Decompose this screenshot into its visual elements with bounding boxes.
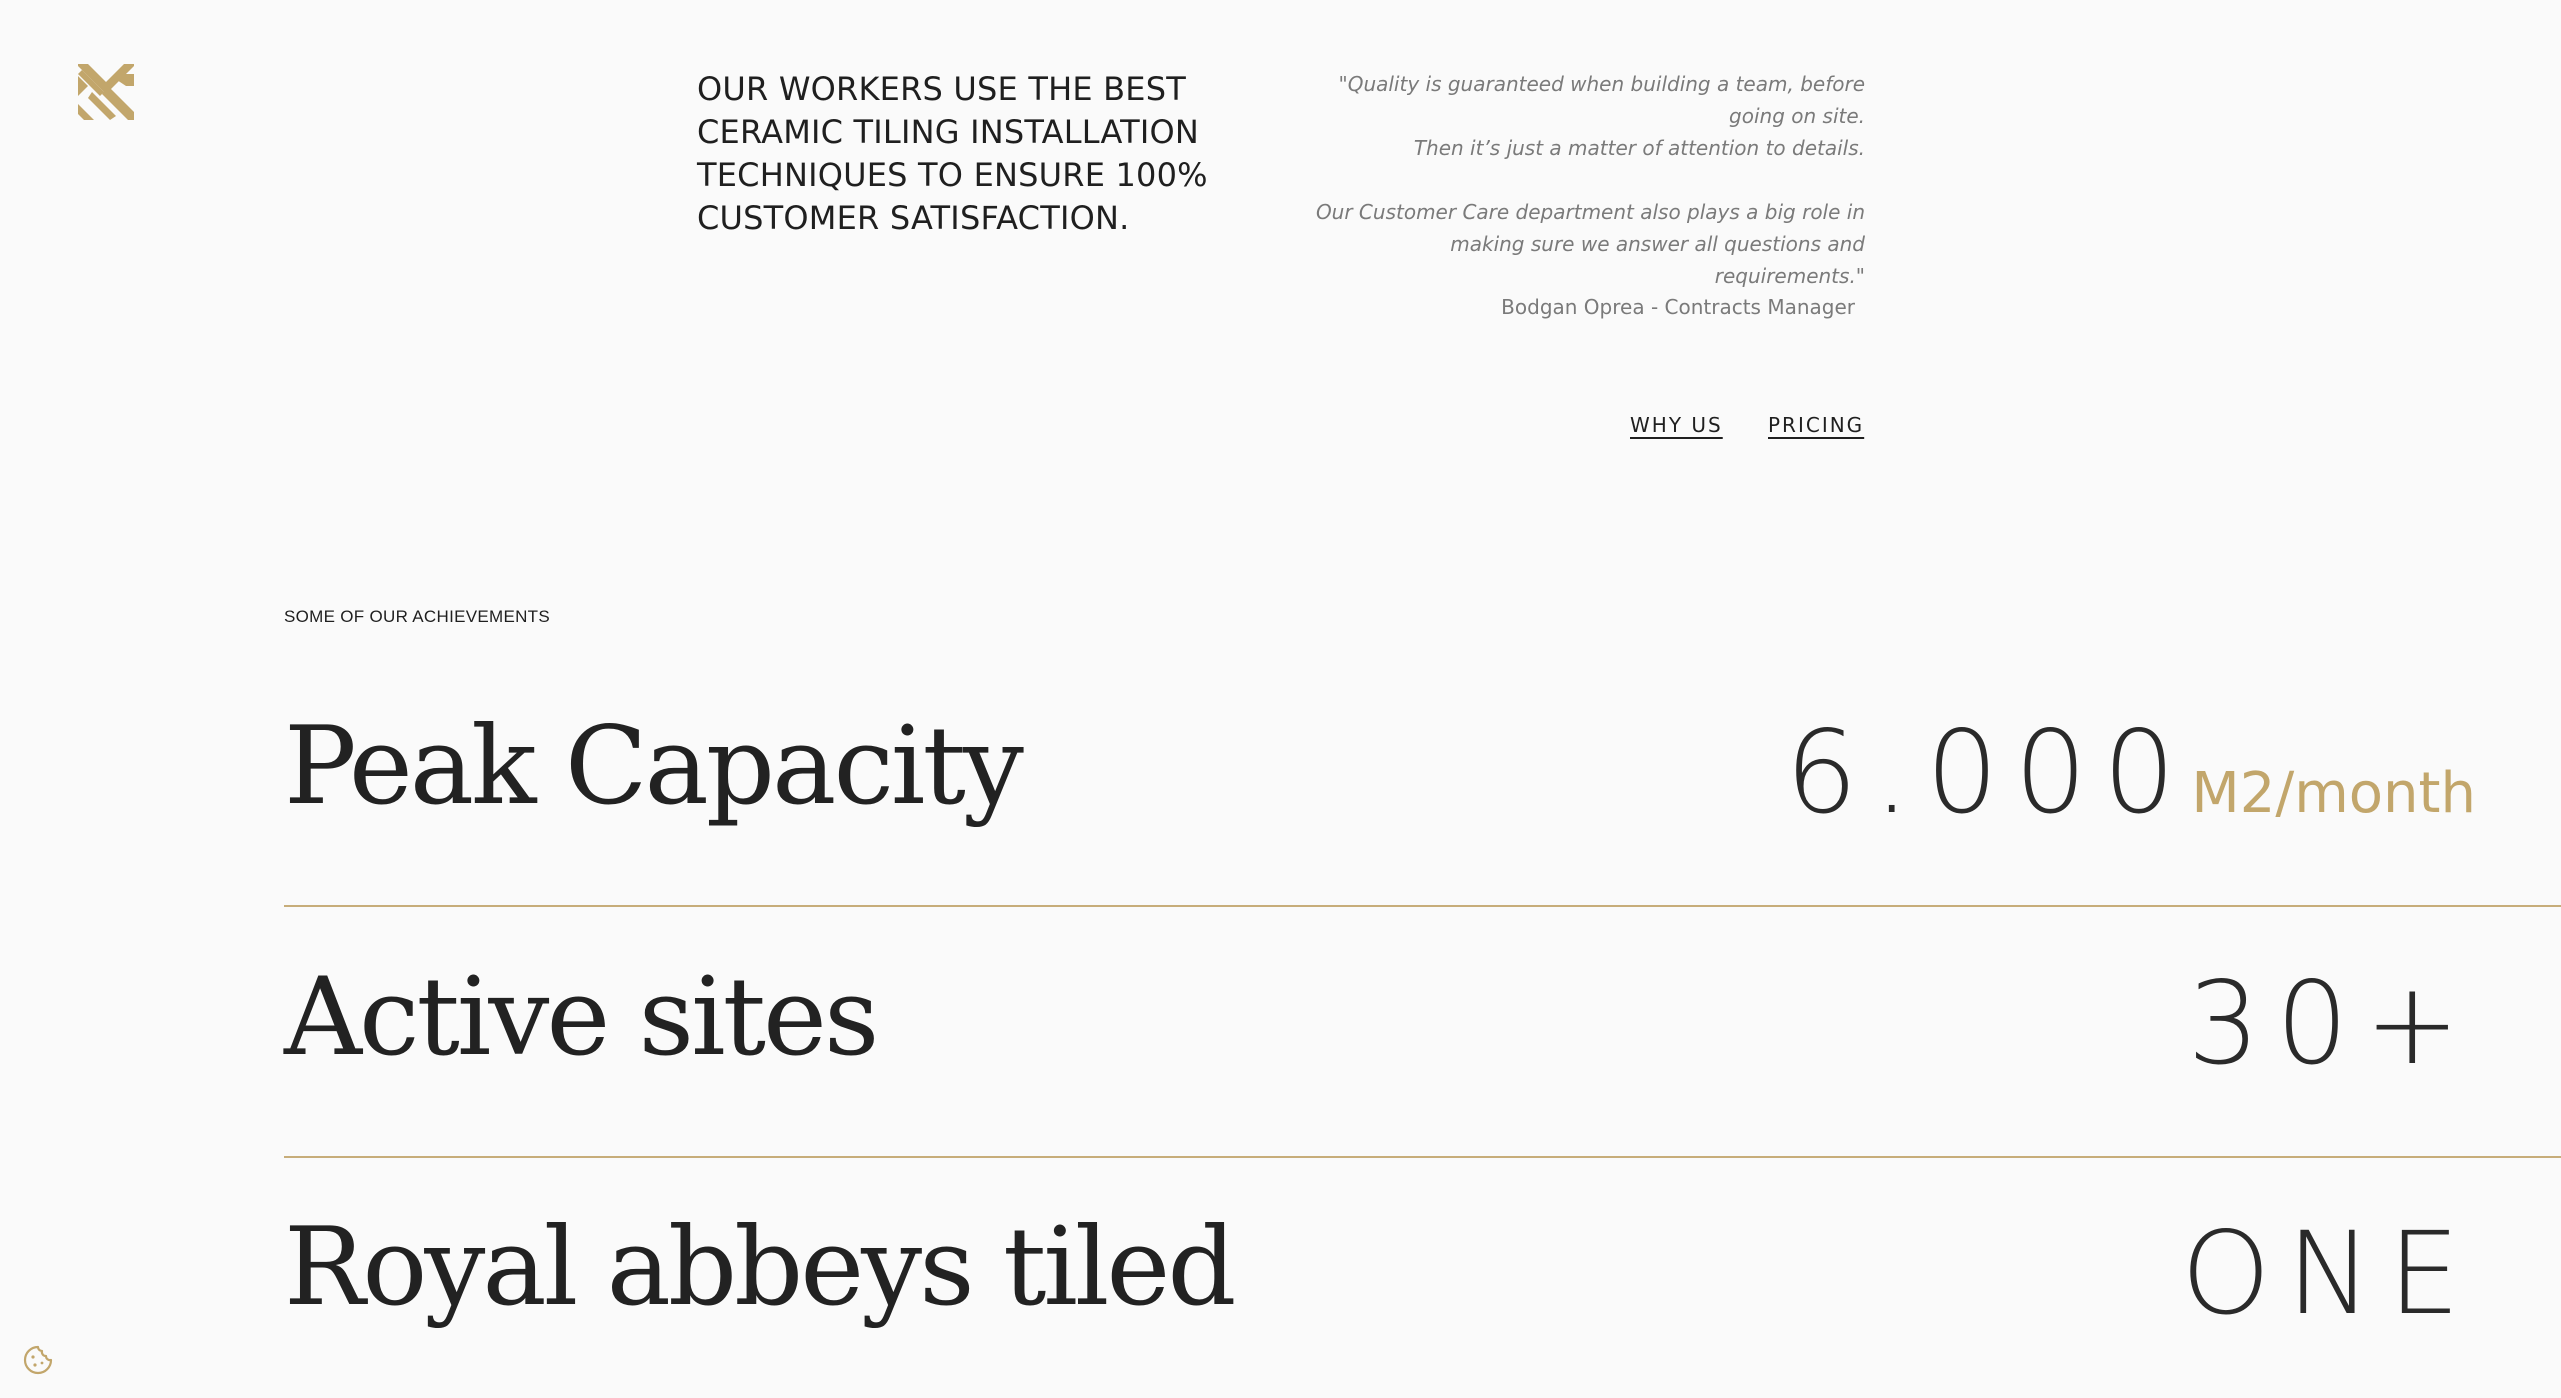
quote-line: going on site. bbox=[1729, 104, 1865, 128]
cookie-icon[interactable] bbox=[22, 1344, 54, 1376]
section-label: SOME OF OUR ACHIEVEMENTS bbox=[284, 607, 551, 626]
quote-line: Then it’s just a matter of attention to … bbox=[1413, 136, 1865, 160]
stat-label: Royal abbeys tiled bbox=[284, 1205, 1236, 1330]
stat-row-peak-capacity: Peak Capacity 6.000 M2/month bbox=[284, 702, 2561, 952]
stat-number: 30+ bbox=[2187, 957, 2476, 1090]
brand-logo-icon[interactable] bbox=[78, 64, 134, 120]
stat-label: Peak Capacity bbox=[284, 704, 1024, 829]
stat-label: Active sites bbox=[284, 955, 879, 1080]
headline: OUR WORKERS USE THE BEST CERAMIC TILING … bbox=[697, 70, 1208, 237]
divider bbox=[284, 1156, 2561, 1158]
nav-pricing-link[interactable]: PRICING bbox=[1768, 413, 1864, 437]
stat-value: 30+ bbox=[2187, 957, 2476, 1090]
quote-line: Our Customer Care department also plays … bbox=[1315, 200, 1865, 224]
quote-author: Bodgan Oprea - Contracts Manager bbox=[1501, 295, 1855, 319]
stat-row-royal-abbeys: Royal abbeys tiled ONE bbox=[284, 1203, 2561, 1398]
divider bbox=[284, 905, 2561, 907]
stat-unit: M2/month bbox=[2191, 761, 2476, 826]
stat-value: ONE bbox=[2181, 1207, 2476, 1340]
quote-line: making sure we answer all questions and bbox=[1450, 232, 1865, 256]
stat-number: ONE bbox=[2180, 1207, 2476, 1340]
quote-line: "Quality is guaranteed when building a t… bbox=[1338, 72, 1866, 96]
stat-number: 6.000 bbox=[1785, 706, 2192, 839]
nav-why-us-link[interactable]: WHY US bbox=[1630, 413, 1723, 437]
quote: "Quality is guaranteed when building a t… bbox=[1300, 68, 1865, 292]
stat-row-active-sites: Active sites 30+ bbox=[284, 953, 2561, 1203]
quote-line: requirements." bbox=[1714, 264, 1865, 288]
page: OUR WORKERS USE THE BEST CERAMIC TILING … bbox=[0, 0, 2561, 1398]
stat-value: 6.000 M2/month bbox=[1785, 706, 2476, 839]
